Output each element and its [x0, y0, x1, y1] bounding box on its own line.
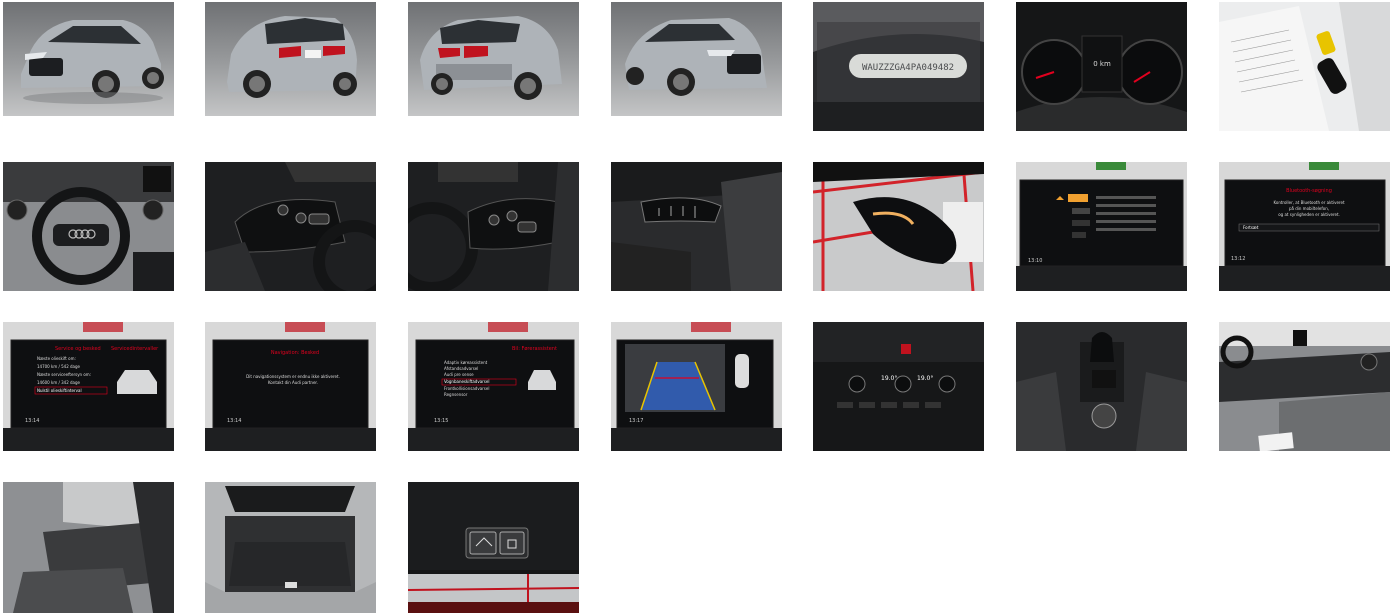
nav-line1: Dit navigationssystem er endnu ikke akti… — [246, 374, 340, 379]
photo-rear-left-exterior[interactable] — [205, 2, 376, 116]
bt-clock: 13:12 — [1231, 256, 1245, 262]
photo-mmi-navigation-screen[interactable]: Navigation: Besked Dit navigationssystem… — [205, 322, 376, 451]
bt-line1: Kontroller, at Bluetooth er aktiveret — [1273, 200, 1345, 205]
photo-gallery: WAUZZZGA4PA049482 0 km 13:10 Bluetooth-s… — [0, 0, 1397, 613]
photo-tailgate-buttons[interactable] — [408, 482, 579, 613]
photo-trunk-cargo[interactable] — [205, 482, 376, 613]
photo-mmi-service-screen[interactable]: Service og besked Servicedintervaller Næ… — [3, 322, 174, 451]
service-row-5: Nulstil olieskiftinterval — [37, 388, 82, 393]
bt-line3: og at synligheden er aktiveret. — [1278, 212, 1340, 217]
service-row-1: Næste olieskift om: — [37, 356, 76, 361]
vin-text: WAUZZZGA4PA049482 — [862, 63, 954, 73]
nav-clock: 13:14 — [227, 418, 241, 424]
photo-front-right-exterior[interactable] — [611, 2, 782, 116]
assist-row-6: Regnsensor — [444, 392, 468, 397]
assist-title: Bil: Førerassistent — [512, 346, 557, 352]
photo-manuals-and-keys[interactable] — [1219, 2, 1390, 131]
nav-line2: Kontakt din Audi partner. — [268, 380, 318, 385]
assist-row-2: Afstandsadvarsel — [444, 366, 478, 371]
service-title: Service og besked — [55, 346, 101, 352]
photo-instrument-cluster[interactable]: 0 km — [1016, 2, 1187, 131]
bt-continue: Fortsæt — [1243, 225, 1259, 230]
photo-steering-wheel-dashboard[interactable] — [3, 162, 174, 291]
assist-row-4: Vognbaneskiftadvarsel — [444, 379, 489, 384]
assist-row-5: Frontkollisionsadvarsel — [444, 386, 489, 391]
odometer-text: 0 km — [1093, 60, 1111, 68]
photo-gear-selector[interactable] — [1016, 322, 1187, 451]
photo-front-left-exterior[interactable] — [3, 2, 174, 116]
media-clock: 13:10 — [1028, 258, 1042, 264]
nav-title: Navigation: Besked — [271, 350, 319, 356]
photo-mmi-media-screen[interactable]: 13:10 — [1016, 162, 1187, 291]
service-row-2: 14700 km / 542 dage — [37, 364, 81, 369]
bt-line2: på din mobiltelefon, — [1289, 206, 1329, 211]
service-title-right: Servicedintervaller — [111, 346, 159, 352]
climate-right-temp: 19.0° — [917, 375, 933, 382]
assist-row-3: Audi pre sense — [444, 372, 474, 377]
service-clock: 13:14 — [25, 418, 39, 424]
climate-left-temp: 19.0° — [881, 375, 897, 382]
assist-clock: 13:15 — [434, 418, 448, 424]
photo-rear-seats[interactable] — [3, 482, 174, 613]
photo-mmi-driver-assist-screen[interactable]: Bil: Førerassistent Adaptiv køreassisten… — [408, 322, 579, 451]
photo-climate-control[interactable]: 19.0° 19.0° — [813, 322, 984, 451]
photo-vin-plate[interactable]: WAUZZZGA4PA049482 — [813, 2, 984, 131]
camera-clock: 13:17 — [629, 418, 643, 424]
service-row-3: Næste serviceeftersyn om: — [37, 372, 91, 377]
photo-rear-view-mirror[interactable] — [813, 162, 984, 291]
assist-row-1: Adaptiv køreassistent — [444, 360, 488, 365]
photo-wiper-stalk[interactable] — [611, 162, 782, 291]
photo-rear-right-exterior[interactable] — [408, 2, 579, 116]
bt-title: Bluetooth-søgning — [1286, 188, 1332, 194]
photo-steering-right-controls[interactable] — [408, 162, 579, 291]
photo-mmi-reverse-camera-screen[interactable]: 13:17 — [611, 322, 782, 451]
photo-mmi-bluetooth-screen[interactable]: Bluetooth-søgning Kontroller, at Bluetoo… — [1219, 162, 1390, 291]
service-row-4: 14600 km / 342 dage — [37, 380, 81, 385]
photo-cabin-from-passenger[interactable] — [1219, 322, 1390, 451]
photo-steering-left-controls[interactable] — [205, 162, 376, 291]
